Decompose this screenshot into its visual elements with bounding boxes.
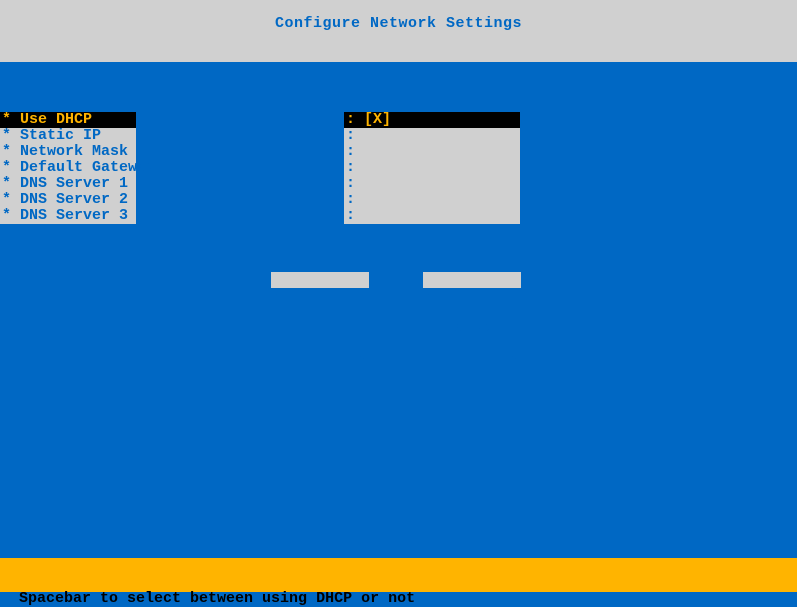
value-dns-server-3[interactable]: :: [344, 208, 520, 224]
settings-menu: * Use DHCP * Static IP * Network Mask * …: [0, 112, 136, 224]
settings-values: : [X] : : : : : :: [344, 112, 520, 224]
footer-hint-bar: Spacebar to select between using DHCP or…: [0, 558, 797, 592]
menu-item-network-mask[interactable]: * Network Mask: [0, 144, 136, 160]
chevron-right-icon: >: [510, 352, 519, 368]
ok-button[interactable]: < OK >: [271, 272, 369, 288]
value-default-gateway[interactable]: :: [344, 160, 520, 176]
cancel-button[interactable]: < Cancel >: [423, 272, 521, 288]
header-bar: Configure Network Settings: [0, 0, 797, 62]
chevron-left-icon: <: [425, 288, 434, 304]
menu-item-dns-server-3[interactable]: * DNS Server 3: [0, 208, 136, 224]
value-dns-server-1[interactable]: :: [344, 176, 520, 192]
value-static-ip[interactable]: :: [344, 128, 520, 144]
value-use-dhcp[interactable]: : [X]: [344, 112, 520, 128]
menu-item-use-dhcp[interactable]: * Use DHCP: [0, 112, 136, 128]
ok-button-label: OK: [271, 320, 369, 336]
value-dns-server-2[interactable]: :: [344, 192, 520, 208]
page-title: Configure Network Settings: [275, 15, 522, 32]
chevron-right-icon: >: [358, 352, 367, 368]
chevron-left-icon: <: [273, 288, 282, 304]
menu-item-static-ip[interactable]: * Static IP: [0, 128, 136, 144]
footer-hint-text: Spacebar to select between using DHCP or…: [19, 590, 415, 607]
main-area: * Use DHCP * Static IP * Network Mask * …: [0, 62, 797, 558]
menu-item-dns-server-1[interactable]: * DNS Server 1: [0, 176, 136, 192]
value-network-mask[interactable]: :: [344, 144, 520, 160]
cancel-button-label: Cancel: [423, 320, 521, 336]
menu-item-default-gateway[interactable]: * Default Gateway: [0, 160, 136, 176]
menu-item-dns-server-2[interactable]: * DNS Server 2: [0, 192, 136, 208]
